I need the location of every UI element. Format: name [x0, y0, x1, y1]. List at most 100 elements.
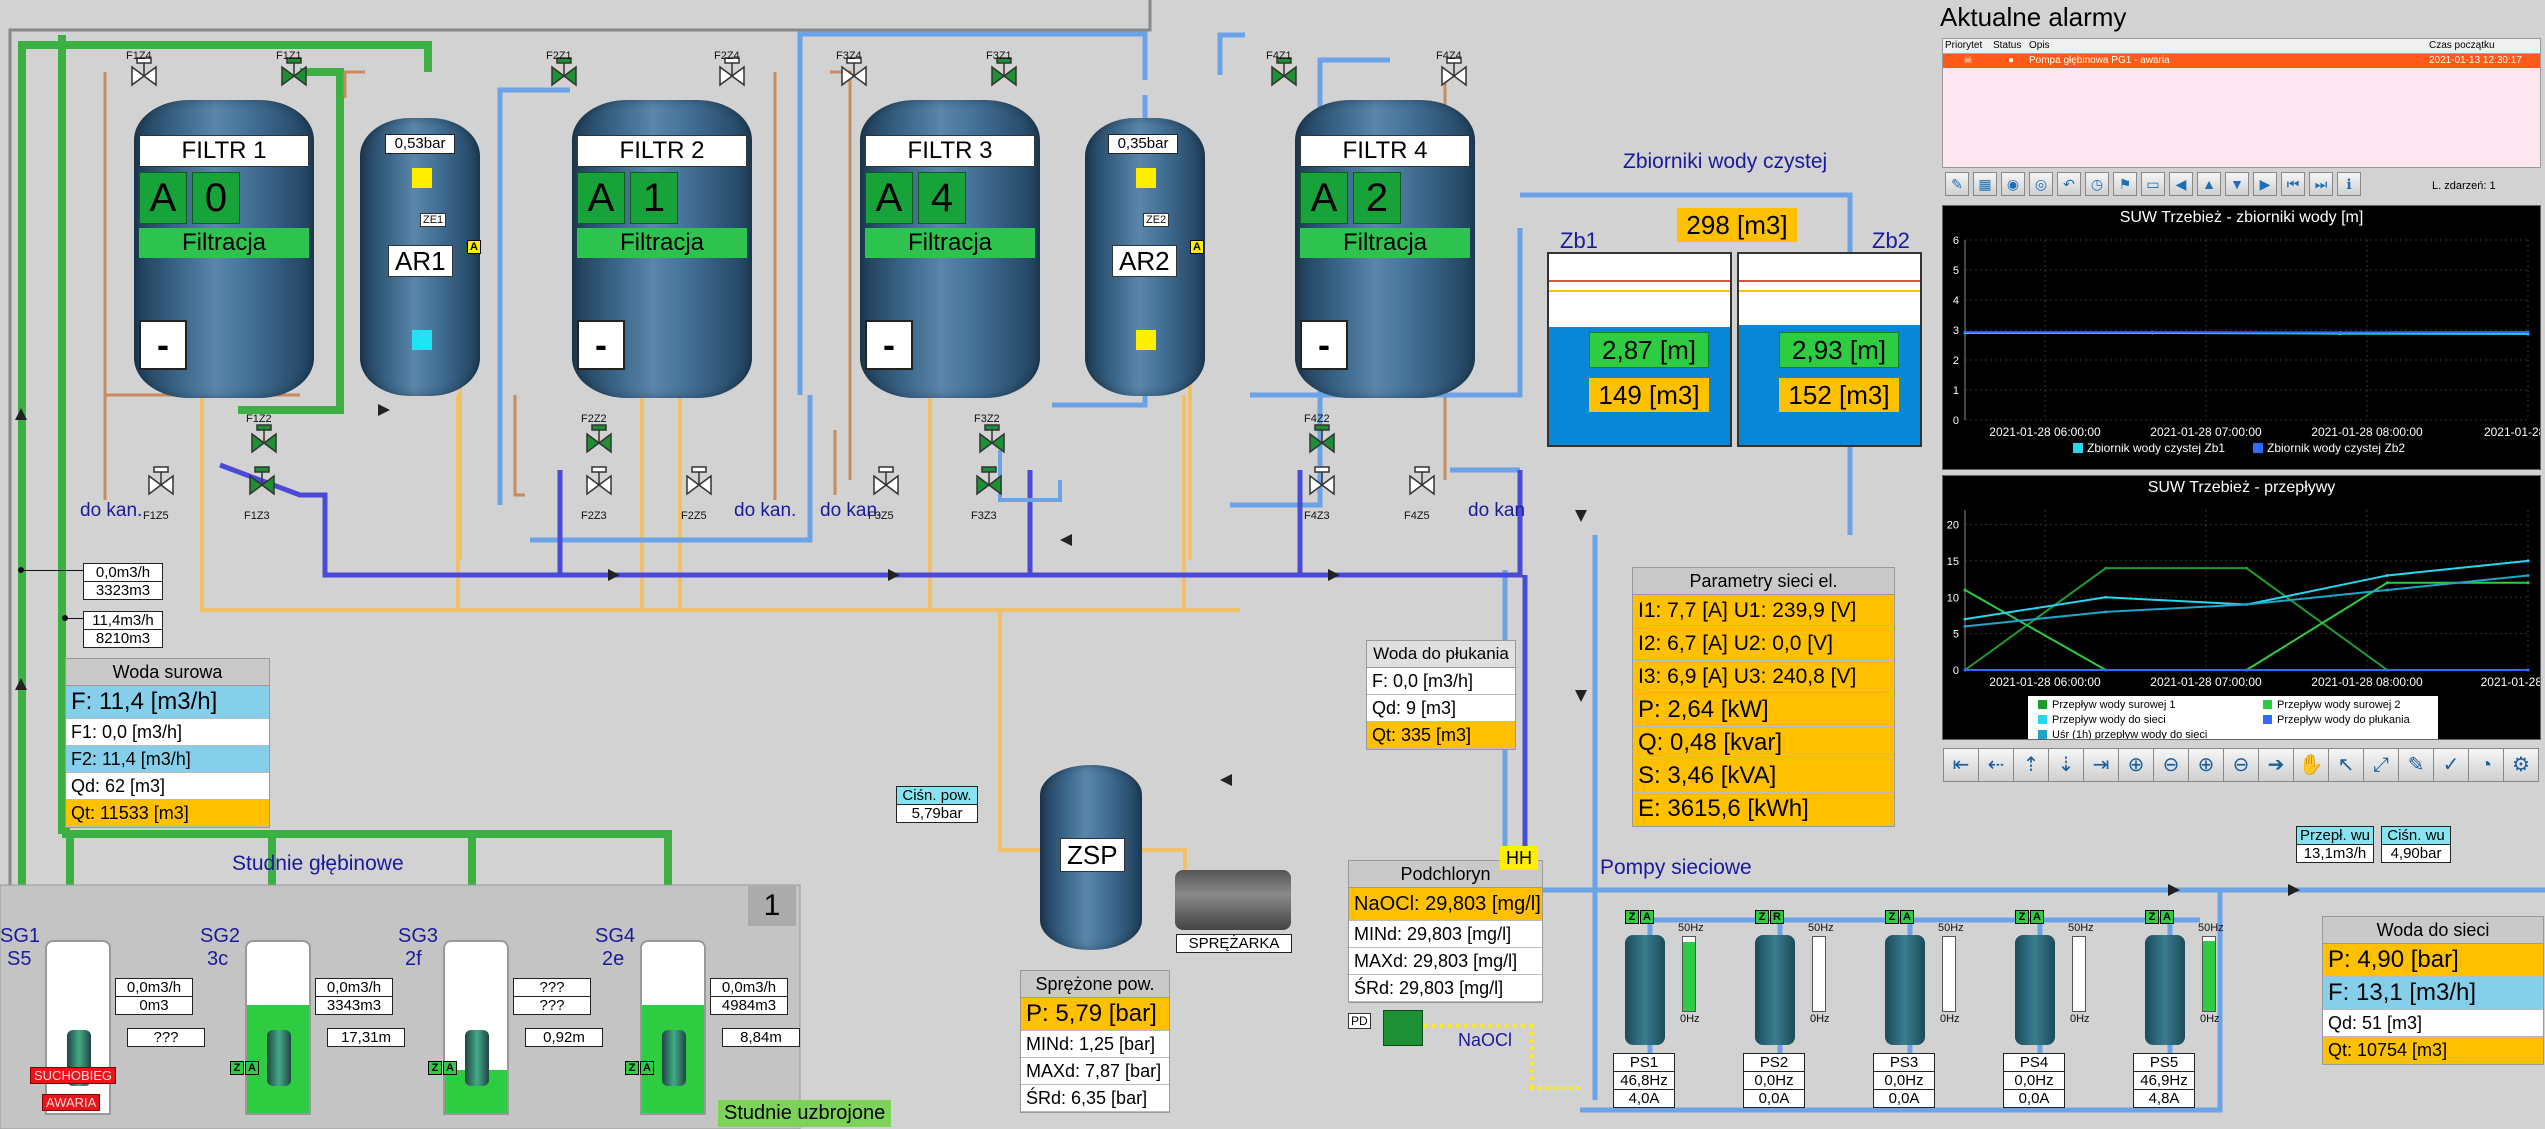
pump-1-mode: A	[1640, 910, 1654, 924]
chart-tool-fit-icon[interactable]: ⤢	[2363, 748, 2399, 782]
pump-5-icon[interactable]	[2145, 935, 2185, 1045]
pump-1-icon[interactable]	[1625, 935, 1665, 1045]
chart-tool-pie-icon[interactable]: ◔	[2468, 748, 2504, 782]
valve-f3z4[interactable]	[841, 57, 867, 87]
series-point	[2104, 595, 2108, 599]
power-param-row: Q: 0,48 [kvar]	[1633, 727, 1894, 760]
well-3-pump-icon[interactable]	[465, 1030, 489, 1086]
legend-swatch	[2038, 700, 2047, 709]
hypochlorite-min: MINd: 29,803 [mg/l]	[1349, 921, 1542, 948]
chart-tool-scroll-down-icon[interactable]: ⇣	[2048, 748, 2084, 782]
legend-label: Zbiornik wody czystej Zb1	[2087, 441, 2225, 455]
valve-tag-f3z1: F3Z1	[986, 50, 1012, 62]
chart-tool-forward-icon[interactable]: ➔	[2258, 748, 2294, 782]
alarm-toolbar-up-icon[interactable]: ▲	[2197, 172, 2221, 196]
chart-tool-pointer-icon[interactable]: ↖	[2328, 748, 2364, 782]
well-2-flow: 0,0m3/h	[315, 978, 393, 997]
chart-tool-check-icon[interactable]: ✓	[2433, 748, 2469, 782]
alarm-toolbar-info-icon[interactable]: ℹ	[2337, 172, 2361, 196]
alarm-toolbar-last-icon[interactable]: ▶	[2253, 172, 2277, 196]
alarm-toolbar-undo-icon[interactable]: ↶	[2057, 172, 2081, 196]
well-1-flow: 0,0m3/h	[115, 978, 193, 997]
valve-f3z5[interactable]	[873, 466, 899, 496]
chart-tool-draw-icon[interactable]: ✎	[2398, 748, 2434, 782]
valve-f3z3[interactable]	[976, 466, 1002, 496]
alarm-row[interactable]: ☠ ● Pompa głębinowa PG1 - awaria 2021-01…	[1943, 54, 2540, 68]
filter-4-mode[interactable]: A	[1300, 172, 1348, 224]
filter-3-mode[interactable]: A	[865, 172, 913, 224]
chart-tool-start-icon[interactable]: ⇤	[1943, 748, 1979, 782]
legend-swatch	[2263, 700, 2272, 709]
chart-tool-zoom-in-y-icon[interactable]: ⊕	[2188, 748, 2224, 782]
pump-2-icon[interactable]	[1755, 935, 1795, 1045]
valve-f1z3[interactable]	[249, 466, 275, 496]
chart-tool-pan-icon[interactable]: ✋	[2293, 748, 2329, 782]
filter-2-status[interactable]: -	[577, 320, 625, 370]
valve-f3z2[interactable]	[979, 424, 1005, 454]
filter-2-cycle: 1	[630, 172, 678, 224]
filter-3-status[interactable]: -	[865, 320, 913, 370]
y-tick-label: 5	[1953, 629, 1959, 641]
valve-f4z5[interactable]	[1409, 466, 1435, 496]
filter-4-status[interactable]: -	[1300, 320, 1348, 370]
chart-tool-zoom-out-y-icon[interactable]: ⊖	[2223, 748, 2259, 782]
flow-chart[interactable]: SUW Trzebież - przepływy 0 5 10 15 20 2021-01…	[1942, 475, 2545, 746]
alarm-toolbar-window-icon[interactable]: ▭	[2141, 172, 2165, 196]
chart-tool-settings-icon[interactable]: ⚙	[2503, 748, 2539, 782]
alarm-toolbar-flag-icon[interactable]: ⚑	[2113, 172, 2137, 196]
alarm-toolbar-clock-icon[interactable]: ◷	[2085, 172, 2109, 196]
alarms-col-status[interactable]: Status	[1993, 39, 2029, 53]
valve-f3z1[interactable]	[991, 57, 1017, 87]
filter-1-status[interactable]: -	[139, 320, 187, 370]
alarms-col-priority[interactable]: Priorytet	[1943, 39, 1993, 53]
valve-f2z5[interactable]	[686, 466, 712, 496]
alarm-toolbar-first-icon[interactable]: ◀	[2169, 172, 2193, 196]
alarm-toolbar-grid-icon[interactable]: ▦	[1973, 172, 1997, 196]
filter-4-state: Filtracja	[1300, 228, 1470, 258]
well-3-mode-a: A	[443, 1061, 457, 1075]
power-params-panel: Parametry sieci el. I1: 7,7 [A] U1: 239,…	[1632, 567, 1895, 827]
well-2-pump-icon[interactable]	[267, 1030, 291, 1086]
alarm-toolbar-next-page-icon[interactable]: ⏭	[2309, 172, 2333, 196]
pump-3-icon[interactable]	[1885, 935, 1925, 1045]
valve-f2z3[interactable]	[586, 466, 612, 496]
pump-1-hz: 46,8Hz	[1613, 1071, 1675, 1090]
filter-1-mode[interactable]: A	[139, 172, 187, 224]
valve-f4z1[interactable]	[1271, 57, 1297, 87]
pumps-title: Pompy sieciowe	[1600, 856, 1752, 879]
pump-4-icon[interactable]	[2015, 935, 2055, 1045]
legend-label: Uśr (1h) przepływ wody do sieci	[2052, 729, 2207, 739]
valve-f2z4[interactable]	[719, 57, 745, 87]
alarm-toolbar-down-icon[interactable]: ▼	[2225, 172, 2249, 196]
rinse-water-panel: Woda do płukania F: 0,0 [m3/h] Qd: 9 [m3…	[1366, 640, 1516, 750]
alarm-toolbar-filter-icon[interactable]: ◉	[2001, 172, 2025, 196]
series-point	[2385, 668, 2389, 672]
rinse-water-title: Woda do płukania	[1367, 641, 1515, 668]
alarms-col-time[interactable]: Czas początku	[2429, 39, 2539, 53]
tank-level-chart[interactable]: SUW Trzebież - zbiorniki wody [m] 0 1 2 3 4 5…	[1942, 205, 2545, 470]
chart-tool-zoom-out-icon[interactable]: ⊖	[2153, 748, 2189, 782]
filter-2-mode[interactable]: A	[577, 172, 625, 224]
valve-f1z5[interactable]	[148, 466, 174, 496]
alarm-toolbar-prev-page-icon[interactable]: ⏮	[2281, 172, 2305, 196]
alarm-toolbar-refresh-icon[interactable]: ◎	[2029, 172, 2053, 196]
valve-f1z1[interactable]	[281, 57, 307, 87]
chart-tool-scroll-up-icon[interactable]: ⇡	[2013, 748, 2049, 782]
valve-tag-f1z1: F1Z1	[276, 50, 302, 62]
valve-f2z2[interactable]	[586, 424, 612, 454]
valve-f1z4[interactable]	[131, 57, 157, 87]
valve-f1z2[interactable]	[251, 424, 277, 454]
series-point	[2151, 330, 2155, 334]
well-4-pump-icon[interactable]	[662, 1030, 686, 1086]
chart-tool-end-icon[interactable]: ⇥	[2083, 748, 2119, 782]
chart-tool-zoom-in-icon[interactable]: ⊕	[2118, 748, 2154, 782]
valve-f4z4[interactable]	[1441, 57, 1467, 87]
alarms-col-desc[interactable]: Opis	[2029, 39, 2429, 53]
valve-f2z1[interactable]	[551, 57, 577, 87]
alarm-toolbar-edit-icon[interactable]: ✎	[1945, 172, 1969, 196]
pump-3-mode-z: Z	[1885, 910, 1899, 924]
wells-page-number[interactable]: 1	[748, 886, 796, 926]
chart-tool-back-icon[interactable]: ⇠	[1978, 748, 2014, 782]
series-point	[1963, 624, 1967, 628]
alarm-description: Pompa głębinowa PG1 - awaria	[2029, 55, 2170, 66]
